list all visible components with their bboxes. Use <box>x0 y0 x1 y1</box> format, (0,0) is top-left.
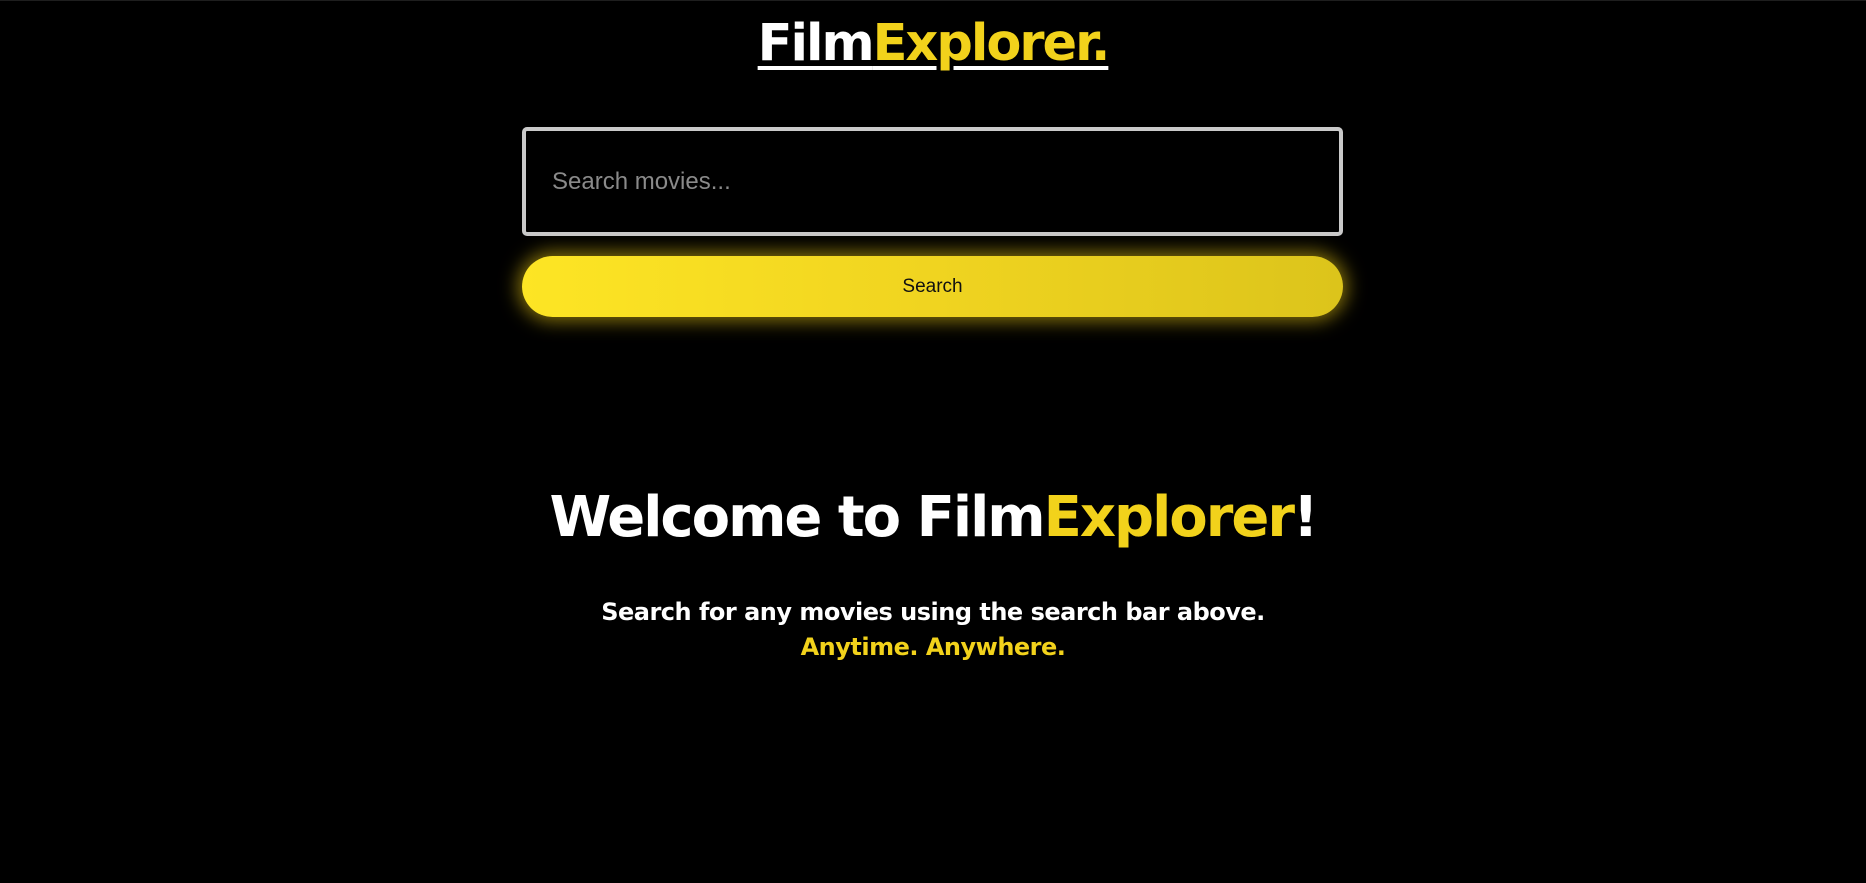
welcome-title-highlight: Explorer <box>1043 485 1295 550</box>
subtitle-line-2: Anytime. Anywhere. <box>800 633 1066 661</box>
logo-text-film: Film <box>757 14 875 73</box>
welcome-title-exclamation: ! <box>1292 485 1319 550</box>
top-border <box>0 0 1866 1</box>
site-logo[interactable]: FilmExplorer. <box>0 12 1866 76</box>
search-button[interactable]: Search <box>522 256 1343 317</box>
search-input[interactable] <box>522 127 1343 236</box>
logo-text-explorer: Explorer. <box>872 14 1111 73</box>
welcome-title: Welcome to FilmExplorer! <box>0 478 1866 558</box>
welcome-title-text: Welcome to Film <box>549 485 1045 550</box>
welcome-subtitle: Search for any movies using the search b… <box>0 595 1866 665</box>
logo-link[interactable]: FilmExplorer. <box>757 12 1111 76</box>
subtitle-line-1: Search for any movies using the search b… <box>601 598 1265 626</box>
